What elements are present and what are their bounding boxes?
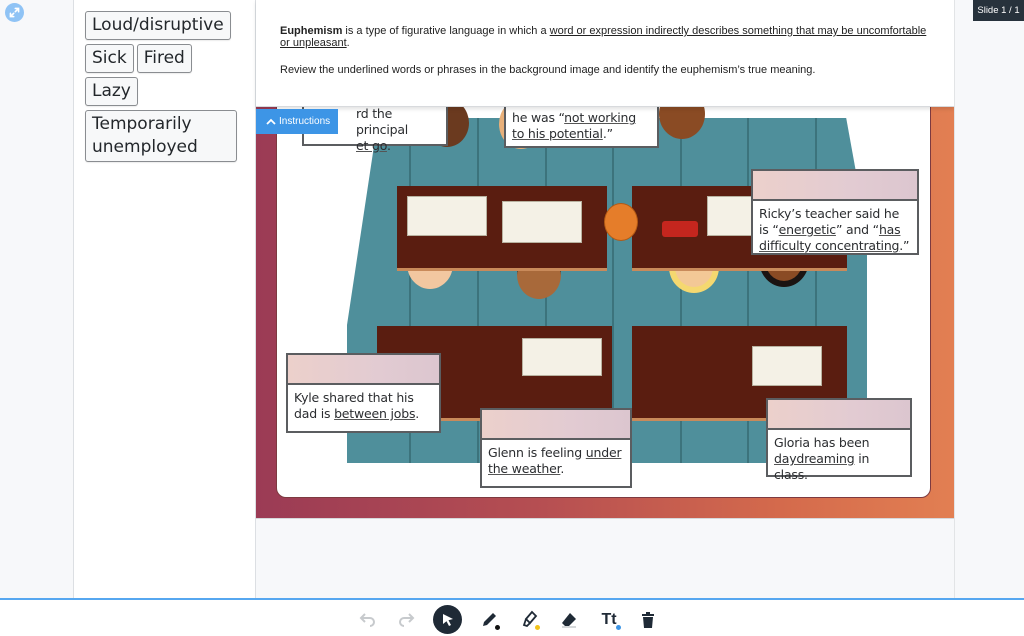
drop-zone-gloria[interactable] [768,400,910,430]
open-book [502,201,582,243]
text-tool-button[interactable]: Tt [595,606,623,634]
redo-icon [399,613,415,627]
basketball [604,203,638,241]
euphemism-between-jobs: between jobs [334,406,416,421]
instructions-toggle-tab[interactable]: Instructions [256,109,338,134]
trash-icon [642,612,654,628]
task-instructions: Review the underlined words or phrases i… [280,64,816,76]
eraser-icon [562,613,576,628]
euphemism-definition: Euphemism is a type of figurative langua… [280,25,927,49]
redo-button[interactable] [393,606,421,634]
drop-zone-glenn[interactable] [482,410,630,440]
pen-color-dot [495,625,500,630]
pen-tool-button[interactable] [476,606,504,634]
word-chip-temporarily-unemployed[interactable]: Temporarily unemployed [85,110,237,162]
text-color-dot [616,625,621,630]
open-book [407,196,487,236]
highlighter-color-dot [535,625,540,630]
cursor-arrow-icon [442,613,453,626]
open-book [522,338,602,376]
word-chip-loud-disruptive[interactable]: Loud/disruptive [85,11,231,40]
prompt-box-glenn: Glenn is feeling under the weather. [480,408,632,488]
open-book [752,346,822,386]
stage-divider [256,518,954,519]
prompt-box-ricky: Ricky’s teacher said he is “energetic” a… [751,169,919,255]
text-tool-icon: Tt [601,611,617,628]
left-rail [0,0,74,598]
slide-indicator: Slide 1 / 1 [973,0,1024,21]
chevron-up-icon [266,118,276,125]
prompt-box-gloria: Gloria has been daydreaming in class. [766,398,912,482]
expand-button[interactable] [5,3,24,22]
drop-zone-kyle[interactable] [288,355,439,385]
eraser-tool-button[interactable] [555,606,583,634]
word-chip-sick[interactable]: Sick [85,44,134,73]
word-chip-lazy[interactable]: Lazy [85,77,138,106]
word-chip-fired[interactable]: Fired [136,44,192,73]
delete-tool-button[interactable] [634,606,662,634]
toy-van [662,221,698,237]
right-rail [954,0,1024,598]
undo-button[interactable] [353,606,381,634]
word-bank: Loud/disruptive Sick Fired Lazy Temporari… [74,0,256,598]
select-tool-button[interactable] [433,605,462,634]
euphemism-energetic: energetic [778,222,836,237]
undo-icon [359,613,375,627]
highlighter-tool-button[interactable] [516,606,544,634]
drawing-toolbar: Tt [0,598,1024,636]
euphemism-daydreaming: daydreaming [774,451,855,466]
instructions-panel: Euphemism is a type of figurative langua… [256,0,954,107]
drop-zone-ricky[interactable] [753,171,917,201]
prompt-box-kyle: Kyle shared that his dad is between jobs… [286,353,441,433]
expand-arrows-icon [9,7,20,18]
